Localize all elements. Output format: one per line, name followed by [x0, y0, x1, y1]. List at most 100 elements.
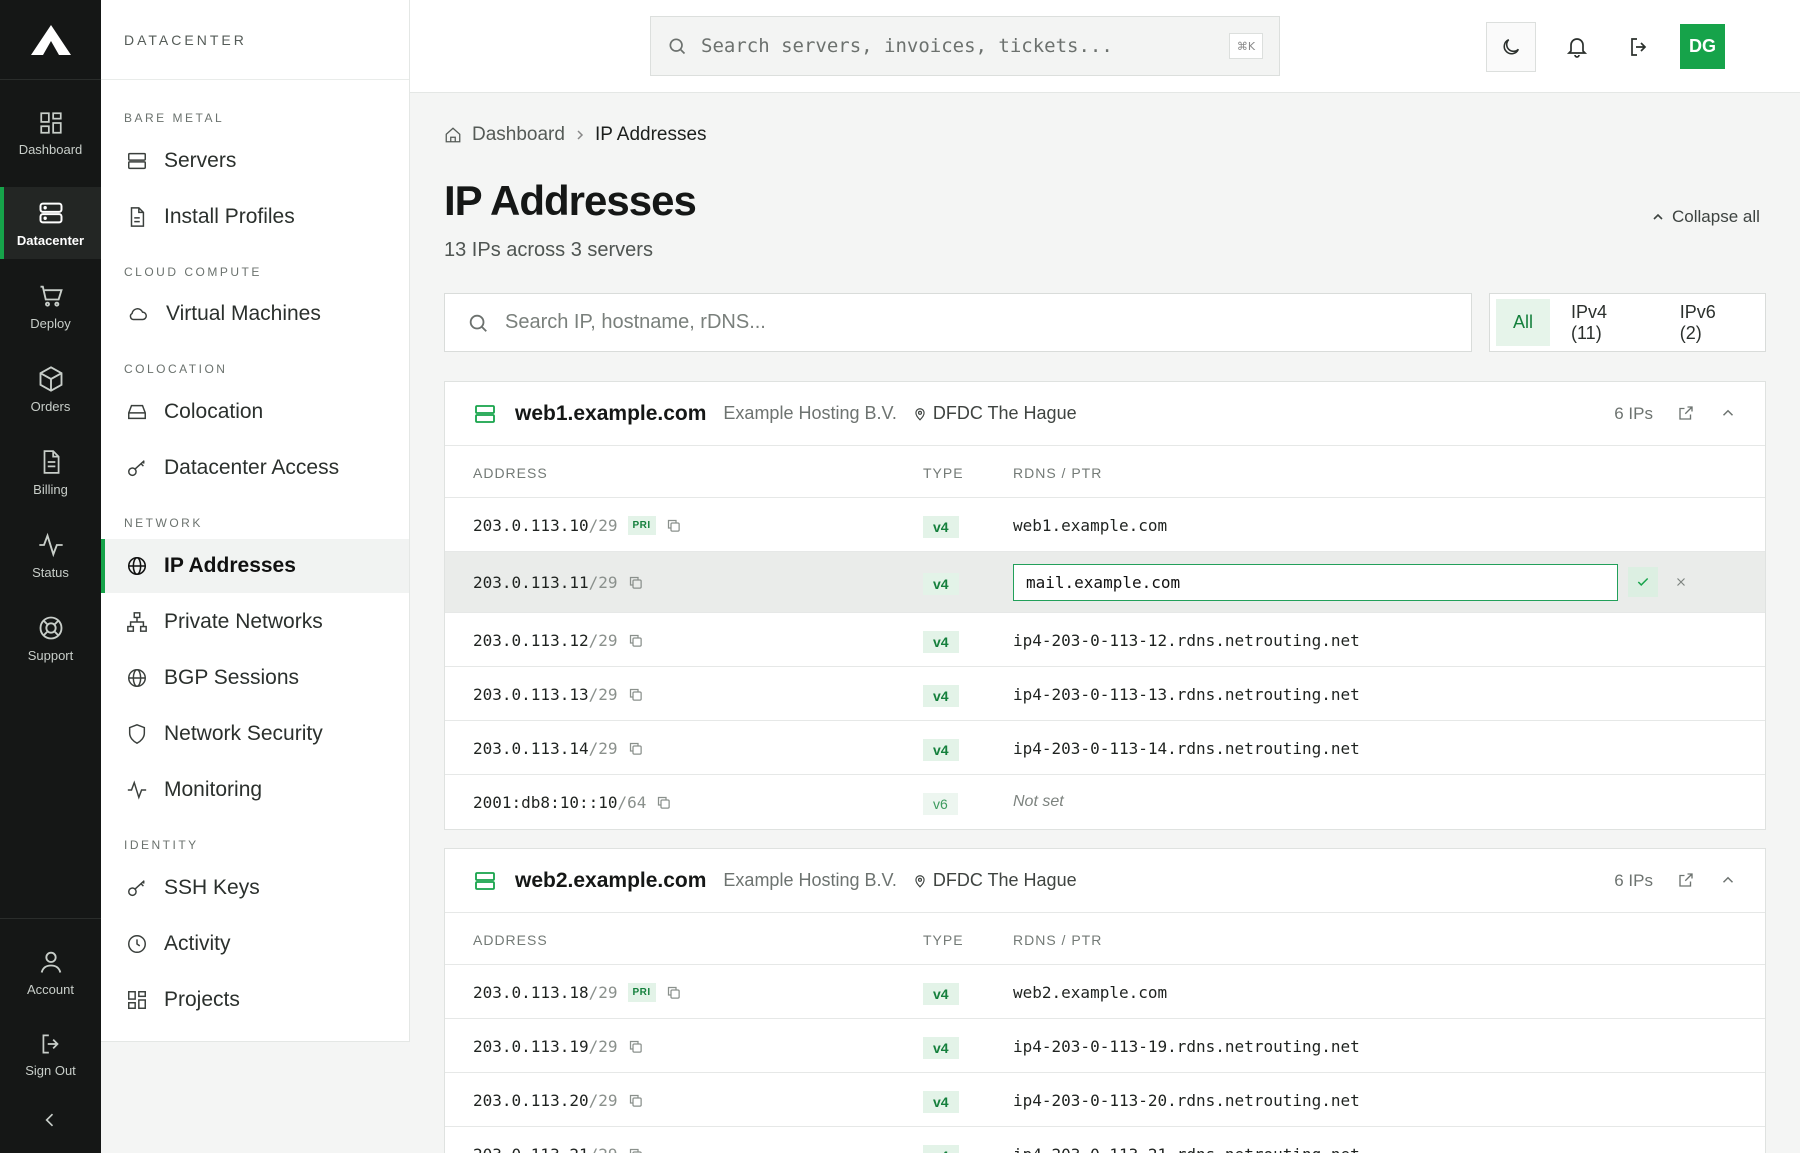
- save-rdns-button[interactable]: [1628, 567, 1658, 597]
- breadcrumb-current: IP Addresses: [594, 124, 707, 145]
- rdns-value[interactable]: ip4-203-0-113-21.rdns.netrouting.net: [1013, 1145, 1360, 1153]
- col-rdns: RDNS / PTR: [1013, 465, 1103, 481]
- server-location-label: DFDC The Hague: [932, 403, 1077, 423]
- rail-item-deploy[interactable]: Deploy: [0, 270, 101, 342]
- rail-label: Sign Out: [25, 1062, 76, 1078]
- ip-type-badge: v4: [923, 516, 959, 538]
- rail-item-dashboard[interactable]: Dashboard: [0, 97, 101, 169]
- rail-item-billing[interactable]: Billing: [0, 436, 101, 508]
- lifebuoy-icon: [39, 616, 62, 639]
- sidebar-item-servers[interactable]: Servers: [101, 134, 409, 188]
- cancel-rdns-button[interactable]: [1666, 567, 1696, 597]
- table-row[interactable]: 203.0.113.20/29 v4 ip4-203-0-113-20.rdns…: [445, 1073, 1765, 1127]
- avatar[interactable]: DG: [1680, 24, 1725, 69]
- rdns-value[interactable]: Not set: [1013, 793, 1064, 811]
- ip-search[interactable]: [444, 293, 1472, 352]
- sign-out-button[interactable]: [1614, 22, 1664, 72]
- rail-item-datacenter[interactable]: Datacenter: [0, 187, 101, 259]
- rail-item-account[interactable]: Account: [0, 936, 101, 1008]
- breadcrumb-home-link[interactable]: Dashboard: [472, 124, 565, 146]
- sidebar-item-label: Network Security: [164, 722, 323, 745]
- theme-toggle-button[interactable]: [1486, 22, 1536, 72]
- table-row[interactable]: 203.0.113.19/29 v4 ip4-203-0-113-19.rdns…: [445, 1019, 1765, 1073]
- collapse-rail-button[interactable]: [40, 1110, 60, 1130]
- copy-button[interactable]: [628, 633, 643, 648]
- table-row[interactable]: 203.0.113.21/29 v4 ip4-203-0-113-21.rdns…: [445, 1127, 1765, 1153]
- copy-button[interactable]: [628, 1147, 643, 1153]
- brand-logo[interactable]: [0, 0, 101, 80]
- ip-count: 6 IPs: [1614, 870, 1653, 890]
- rail-item-orders[interactable]: Orders: [0, 353, 101, 425]
- filter-ipv4-button[interactable]: IPv4 (11): [1554, 299, 1659, 346]
- global-search[interactable]: ⌘K: [650, 16, 1280, 76]
- rdns-value[interactable]: ip4-203-0-113-20.rdns.netrouting.net: [1013, 1091, 1360, 1110]
- col-rdns: RDNS / PTR: [1013, 932, 1103, 948]
- rdns-value[interactable]: ip4-203-0-113-13.rdns.netrouting.net: [1013, 685, 1360, 704]
- table-row[interactable]: 203.0.113.18/29 PRI v4 web2.example.com: [445, 965, 1765, 1019]
- chevron-right-icon: [577, 130, 584, 140]
- copy-button[interactable]: [666, 518, 681, 533]
- notifications-button[interactable]: [1552, 22, 1602, 72]
- user-icon: [40, 951, 61, 973]
- copy-button[interactable]: [628, 687, 643, 702]
- sidebar-item-install-profiles[interactable]: Install Profiles: [101, 190, 409, 244]
- rail-item-support[interactable]: Support: [0, 602, 101, 674]
- rail-item-sign-out[interactable]: Sign Out: [0, 1018, 101, 1090]
- table-row[interactable]: 203.0.113.12/29 v4 ip4-203-0-113-12.rdns…: [445, 613, 1765, 667]
- open-server-button[interactable]: [1677, 871, 1695, 889]
- server-location: DFDC The Hague: [913, 870, 1077, 891]
- network-icon: [127, 612, 147, 632]
- sidebar-item-activity[interactable]: Activity: [101, 917, 409, 971]
- table-row[interactable]: 203.0.113.13/29 v4 ip4-203-0-113-13.rdns…: [445, 667, 1765, 721]
- rdns-edit-input[interactable]: [1013, 564, 1618, 601]
- copy-button[interactable]: [628, 575, 643, 590]
- rail-divider: [0, 918, 101, 919]
- server-card: web1.example.com Example Hosting B.V. DF…: [444, 381, 1766, 830]
- table-row[interactable]: 203.0.113.11/29 v4: [445, 552, 1765, 613]
- open-server-button[interactable]: [1677, 404, 1695, 422]
- external-link-icon: [1679, 873, 1693, 887]
- primary-badge: PRI: [627, 983, 656, 1002]
- rdns-value[interactable]: ip4-203-0-113-19.rdns.netrouting.net: [1013, 1037, 1360, 1056]
- collapse-all-button[interactable]: Collapse all: [1652, 207, 1760, 227]
- filter-all-button[interactable]: All: [1496, 299, 1551, 346]
- server-card-header[interactable]: web2.example.com Example Hosting B.V. DF…: [445, 849, 1765, 913]
- table-row[interactable]: 203.0.113.10/29 PRI v4 web1.example.com: [445, 498, 1765, 552]
- collapse-card-button[interactable]: [1719, 871, 1737, 889]
- page-subtitle: 13 IPs across 3 servers: [444, 239, 653, 261]
- rail-item-status[interactable]: Status: [0, 519, 101, 591]
- dashboard-icon: [39, 111, 62, 134]
- sidebar-item-virtual-machines[interactable]: Virtual Machines: [101, 287, 409, 341]
- sidebar-item-colocation[interactable]: Colocation: [101, 385, 409, 439]
- rail-label: Billing: [33, 481, 68, 497]
- rdns-value[interactable]: web1.example.com: [1013, 516, 1167, 535]
- ip-search-input[interactable]: [505, 311, 1405, 334]
- rdns-value[interactable]: web2.example.com: [1013, 983, 1167, 1002]
- copy-button[interactable]: [628, 741, 643, 756]
- sidebar-item-projects[interactable]: Projects: [101, 973, 409, 1027]
- sidebar-item-ip-addresses[interactable]: IP Addresses: [101, 539, 409, 593]
- sidebar-item-ssh-keys[interactable]: SSH Keys: [101, 861, 409, 915]
- sidebar-item-monitoring[interactable]: Monitoring: [101, 763, 409, 817]
- search-icon: [669, 38, 686, 55]
- global-search-input[interactable]: [701, 35, 1201, 57]
- sidebar-item-bgp-sessions[interactable]: BGP Sessions: [101, 651, 409, 705]
- copy-button[interactable]: [666, 985, 681, 1000]
- table-row[interactable]: 203.0.113.14/29 v4 ip4-203-0-113-14.rdns…: [445, 721, 1765, 775]
- copy-button[interactable]: [628, 1093, 643, 1108]
- rdns-value[interactable]: ip4-203-0-113-12.rdns.netrouting.net: [1013, 631, 1360, 650]
- table-row[interactable]: 2001:db8:10::10/64 v6 Not set: [445, 775, 1765, 829]
- copy-button[interactable]: [656, 795, 671, 810]
- sidebar-item-label: Monitoring: [164, 778, 263, 801]
- rdns-value[interactable]: ip4-203-0-113-14.rdns.netrouting.net: [1013, 739, 1360, 758]
- copy-button[interactable]: [628, 1039, 643, 1054]
- sidebar-item-network-security[interactable]: Network Security: [101, 707, 409, 761]
- server-icon: [475, 871, 495, 890]
- sidebar-item-private-networks[interactable]: Private Networks: [101, 595, 409, 649]
- server-card-header[interactable]: web1.example.com Example Hosting B.V. DF…: [445, 382, 1765, 446]
- filter-ipv6-button[interactable]: IPv6 (2): [1663, 299, 1759, 346]
- sidebar-item-datacenter-access[interactable]: Datacenter Access: [101, 441, 409, 495]
- collapse-all-label: Collapse all: [1672, 207, 1760, 226]
- ip-type-badge: v6: [923, 793, 958, 815]
- collapse-card-button[interactable]: [1719, 404, 1737, 422]
